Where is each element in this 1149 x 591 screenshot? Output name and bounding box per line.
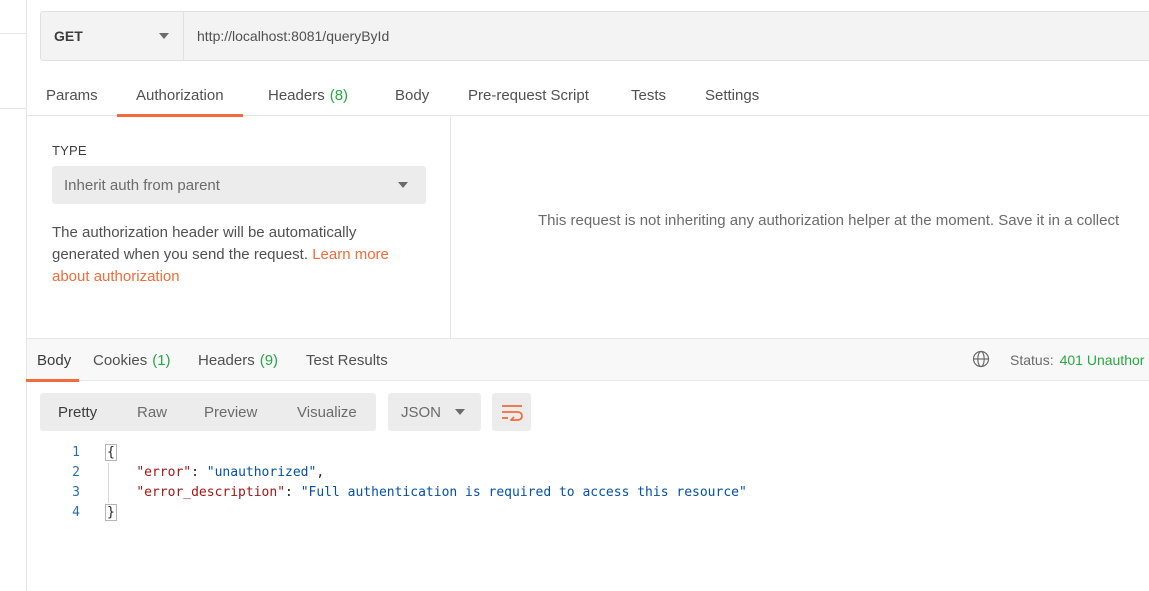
- url-text: http://localhost:8081/queryById: [197, 28, 390, 44]
- globe-icon[interactable]: [972, 350, 990, 368]
- tab-label: Headers: [268, 86, 325, 104]
- line-number: 4: [72, 505, 80, 520]
- response-tab-cookies[interactable]: Cookies (1): [93, 339, 171, 381]
- json-brace: }: [105, 504, 117, 521]
- chevron-down-icon: [159, 33, 169, 39]
- response-tab-test-results[interactable]: Test Results: [306, 339, 388, 381]
- tab-settings[interactable]: Settings: [705, 74, 759, 116]
- view-visualize-button[interactable]: Visualize: [297, 393, 357, 431]
- tab-label: Tests: [631, 86, 667, 104]
- tab-headers[interactable]: Headers (8): [268, 74, 348, 116]
- tab-label: Body: [37, 351, 72, 369]
- wrap-lines-button[interactable]: [492, 393, 531, 431]
- status-code[interactable]: 401 Unauthor: [1060, 352, 1145, 368]
- tab-label: Headers: [198, 351, 255, 369]
- chevron-down-icon: [455, 409, 465, 415]
- tab-count: (1): [152, 351, 171, 369]
- sidebar-strip: [0, 0, 27, 591]
- status-label: Status:: [1010, 352, 1054, 368]
- tab-label: Body: [395, 86, 430, 104]
- tab-count: (9): [259, 351, 279, 369]
- line-number: 2: [72, 465, 80, 480]
- json-key: "error_description": [136, 485, 286, 500]
- tab-label: Test Results: [306, 351, 388, 369]
- format-value: JSON: [401, 403, 442, 421]
- view-raw-button[interactable]: Raw: [137, 393, 167, 431]
- line-number: 3: [72, 485, 80, 500]
- tab-params[interactable]: Params: [46, 74, 98, 116]
- response-body-code[interactable]: 1 { 2 "error": "unauthorized", 3 "error_…: [40, 443, 1140, 523]
- url-input[interactable]: http://localhost:8081/queryById: [184, 12, 1149, 60]
- auth-inherit-message: This request is not inheriting any autho…: [538, 212, 1120, 229]
- json-separator: :: [191, 465, 207, 480]
- auth-settings-panel: TYPE Inherit auth from parent The author…: [27, 117, 451, 338]
- json-value: "unauthorized": [206, 465, 317, 480]
- auth-description-text: The authorization header will be automat…: [52, 224, 357, 263]
- auth-type-value: Inherit auth from parent: [64, 176, 220, 194]
- view-mode-group: Pretty Raw Preview Visualize: [40, 393, 376, 431]
- tab-pre-request-script[interactable]: Pre-request Script: [468, 74, 589, 116]
- json-key: "error": [136, 465, 192, 480]
- method-select[interactable]: GET: [41, 12, 184, 60]
- auth-description: The authorization header will be automat…: [52, 222, 422, 288]
- code-line: 3 "error_description": "Full authenticat…: [40, 483, 1140, 503]
- line-number: 1: [72, 445, 80, 460]
- json-comma: ,: [316, 465, 325, 480]
- method-label: GET: [54, 28, 83, 44]
- auth-type-label: TYPE: [52, 143, 87, 158]
- tab-tests[interactable]: Tests: [631, 74, 666, 116]
- code-line: 4 }: [40, 503, 1140, 523]
- code-line: 2 "error": "unauthorized",: [40, 463, 1140, 483]
- chevron-down-icon: [398, 182, 408, 188]
- json-brace: {: [105, 444, 117, 461]
- tab-label: Params: [46, 86, 98, 104]
- sidebar-divider: [0, 33, 27, 34]
- tab-body[interactable]: Body: [395, 74, 429, 116]
- tab-label: Settings: [705, 86, 760, 104]
- wrap-lines-icon: [501, 405, 523, 421]
- response-tabs: Body Cookies (1) Headers (9) Test Result…: [25, 339, 1149, 382]
- auth-type-select[interactable]: Inherit auth from parent: [52, 166, 426, 204]
- request-url-bar: GET http://localhost:8081/queryById: [40, 11, 1149, 61]
- json-value: "Full authentication is required to acce…: [300, 485, 747, 500]
- request-tabs: Params Authorization Headers (8) Body Pr…: [27, 74, 1149, 117]
- tab-label: Authorization: [136, 86, 224, 104]
- code-line: 1 {: [40, 443, 1140, 463]
- json-separator: :: [285, 485, 301, 500]
- sidebar-divider: [0, 108, 27, 109]
- indent-guide: [108, 463, 109, 503]
- response-status: Status: 401 Unauthor: [1010, 339, 1144, 381]
- response-tab-body[interactable]: Body: [25, 339, 80, 382]
- response-tab-headers[interactable]: Headers (9): [198, 339, 278, 381]
- format-select[interactable]: JSON: [388, 393, 481, 431]
- tab-label: Cookies: [93, 351, 148, 369]
- tab-count: (8): [329, 86, 349, 104]
- view-preview-button[interactable]: Preview: [204, 393, 257, 431]
- tab-authorization[interactable]: Authorization: [117, 74, 243, 117]
- tab-label: Pre-request Script: [468, 86, 589, 104]
- view-pretty-button[interactable]: Pretty: [58, 393, 97, 431]
